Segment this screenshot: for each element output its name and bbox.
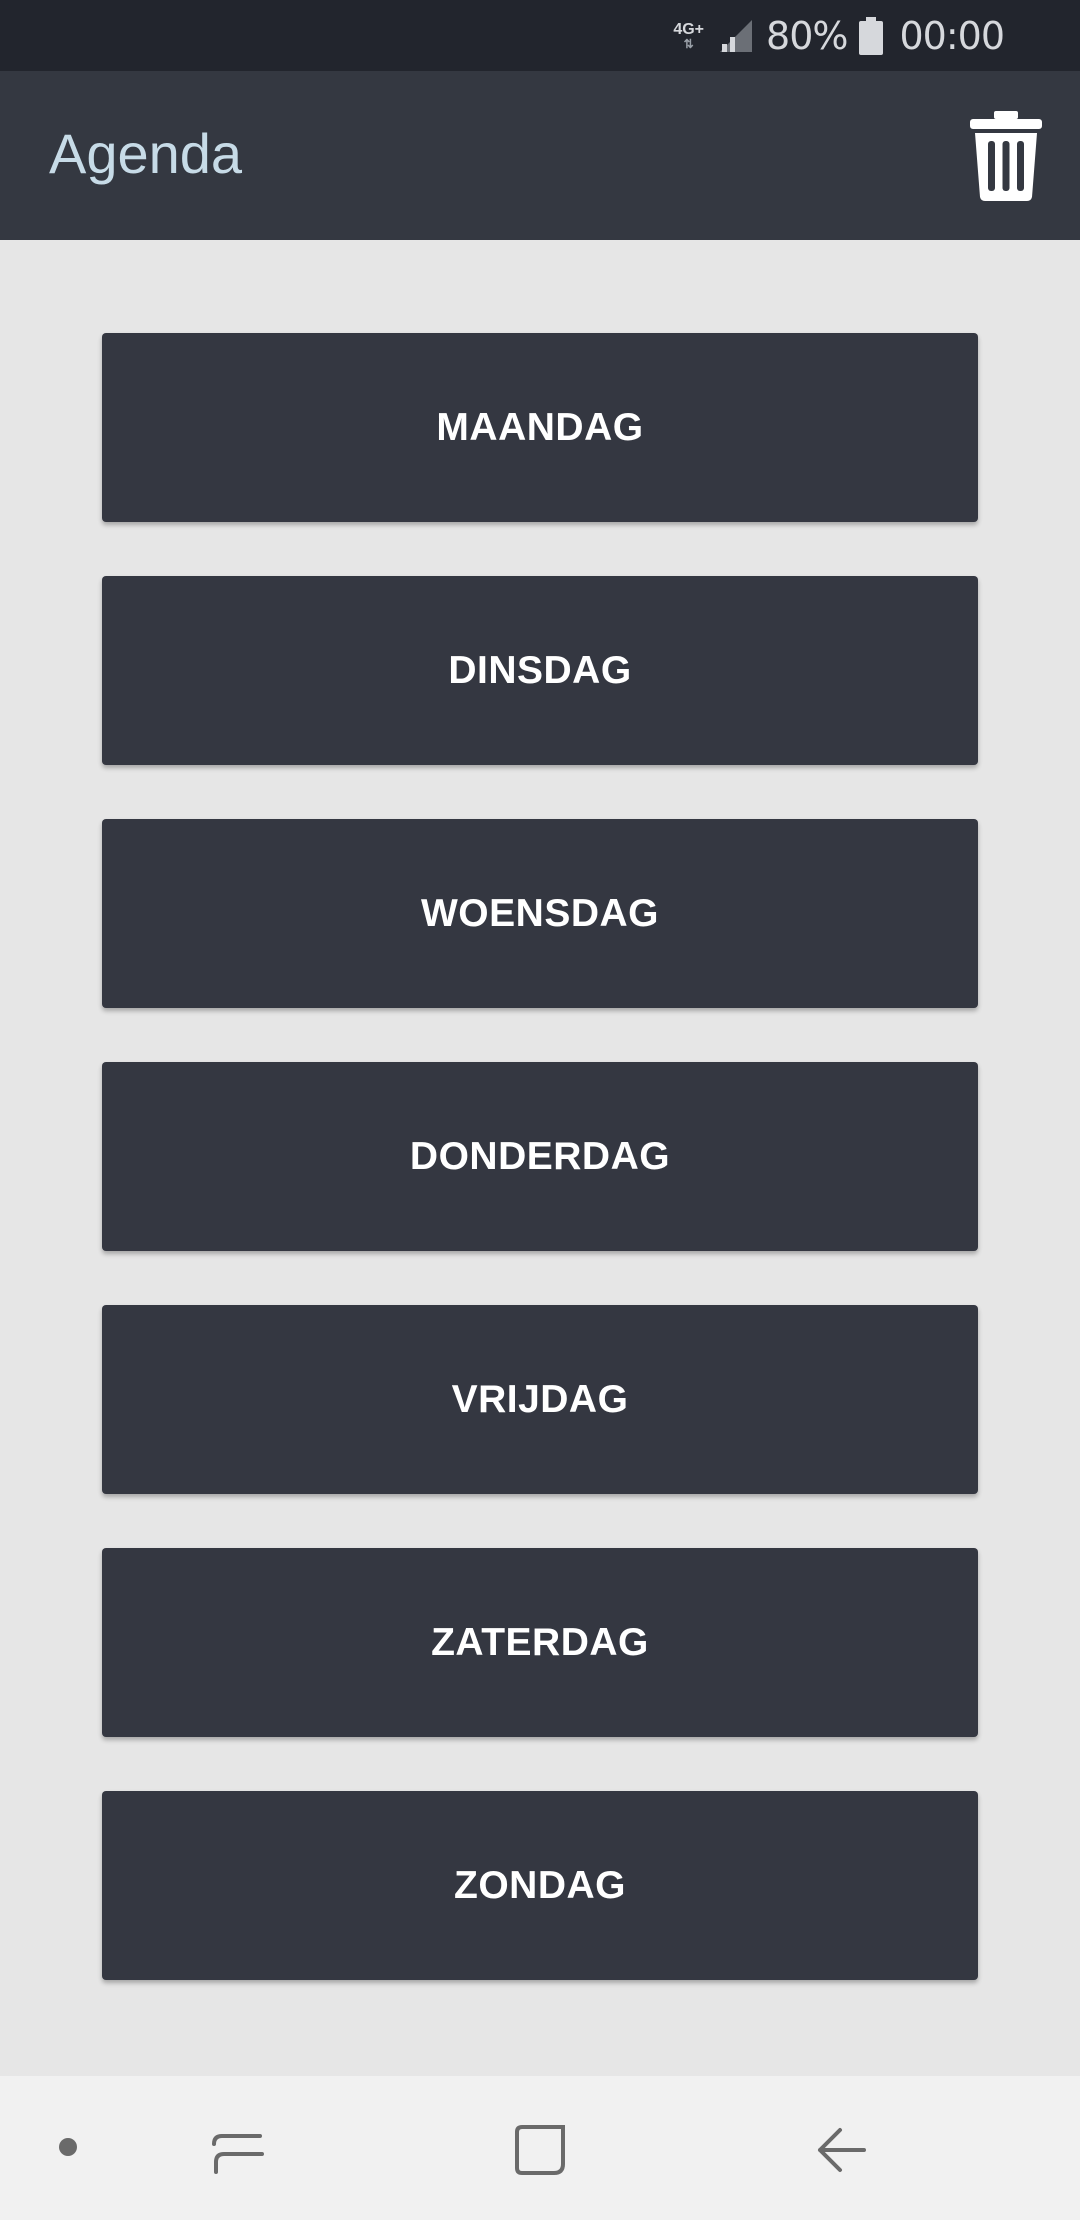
status-bar: 4G+ ⇅ 80% 00:00 xyxy=(0,0,1080,71)
clock: 00:00 xyxy=(899,13,1005,58)
day-button-label: MAANDAG xyxy=(436,405,644,449)
day-list: MAANDAG DINSDAG WOENSDAG DONDERDAG VRIJD… xyxy=(102,333,978,2034)
navigation-bar xyxy=(0,2076,1080,2220)
app-bar: Agenda xyxy=(0,71,1080,240)
recents-icon[interactable] xyxy=(210,2122,266,2178)
battery-percentage: 80% xyxy=(766,13,848,58)
day-button-vrijdag[interactable]: VRIJDAG xyxy=(102,1305,978,1494)
day-button-label: DONDERDAG xyxy=(409,1134,671,1178)
status-icons: 4G+ ⇅ 80% 00:00 xyxy=(673,0,1005,71)
day-button-maandag[interactable]: MAANDAG xyxy=(102,333,978,522)
network-type-label: 4G+ xyxy=(673,20,705,38)
day-button-label: WOENSDAG xyxy=(421,891,659,935)
trash-icon xyxy=(970,111,1042,201)
battery-icon xyxy=(859,16,884,55)
day-button-zaterdag[interactable]: ZATERDAG xyxy=(102,1548,978,1737)
delete-button[interactable] xyxy=(968,109,1044,203)
network-type-icon: 4G+ ⇅ xyxy=(673,20,705,51)
page-title: Agenda xyxy=(49,122,243,185)
data-arrows-icon: ⇅ xyxy=(683,36,694,51)
day-button-dinsdag[interactable]: DINSDAG xyxy=(102,576,978,765)
back-icon[interactable] xyxy=(814,2122,870,2178)
day-button-label: ZATERDAG xyxy=(431,1620,649,1664)
home-icon[interactable] xyxy=(512,2122,568,2178)
day-button-donderdag[interactable]: DONDERDAG xyxy=(102,1062,978,1251)
day-button-zondag[interactable]: ZONDAG xyxy=(102,1791,978,1980)
day-button-label: VRIJDAG xyxy=(451,1377,629,1421)
nav-dot-icon[interactable] xyxy=(59,2138,77,2156)
day-button-label: ZONDAG xyxy=(454,1863,626,1907)
day-button-label: DINSDAG xyxy=(448,648,632,692)
signal-icon xyxy=(720,19,753,52)
day-button-woensdag[interactable]: WOENSDAG xyxy=(102,819,978,1008)
